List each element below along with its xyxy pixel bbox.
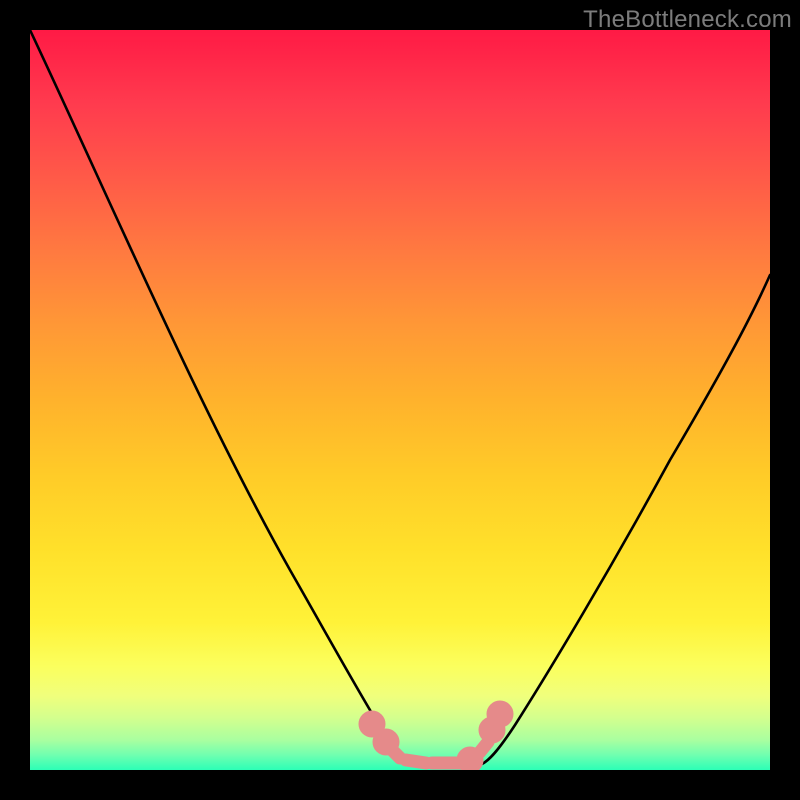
- chart-frame: TheBottleneck.com: [0, 0, 800, 800]
- valley-marker-group: [365, 707, 507, 767]
- right-curve-path: [482, 275, 770, 764]
- chart-curves: [30, 30, 770, 770]
- plot-area: [30, 30, 770, 770]
- left-curve-path: [30, 30, 408, 764]
